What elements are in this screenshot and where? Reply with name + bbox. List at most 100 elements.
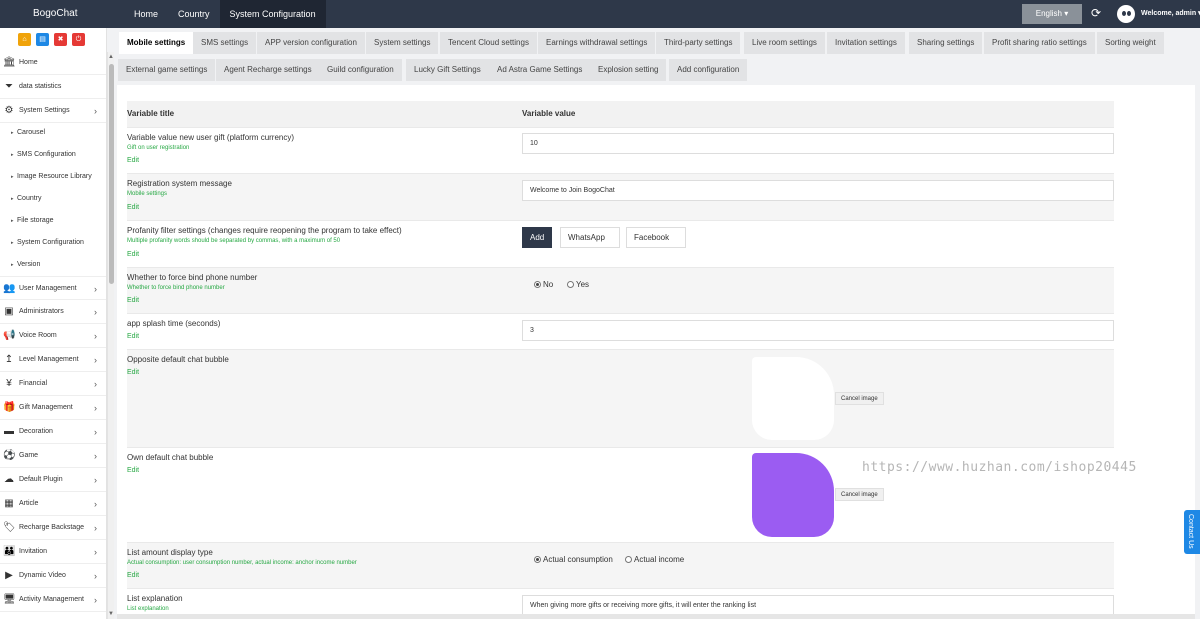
tab-guild-configuration[interactable]: Guild configuration (319, 59, 402, 81)
cancel-image-button[interactable]: Cancel image (835, 392, 884, 405)
tab-explosion-setting[interactable]: Explosion setting (590, 59, 667, 81)
contact-us-button[interactable]: Contact Us (1184, 510, 1200, 554)
profanity-word-tag[interactable]: WhatsApp (560, 227, 620, 248)
topnav-country[interactable]: Country (168, 0, 220, 28)
opposite-bubble-image (752, 357, 834, 440)
language-select[interactable]: English ▾ (1022, 4, 1082, 24)
home-icon[interactable]: ⌂ (18, 33, 31, 46)
chevron-right-icon: › (94, 523, 97, 533)
topnav-home[interactable]: Home (124, 0, 168, 28)
splash-time-input[interactable]: 3 (522, 320, 1114, 341)
sidebar-item-gift-management[interactable]: 🎁 Gift Management › (0, 396, 106, 420)
sidebar-sub-version[interactable]: ▸ Version (0, 254, 106, 276)
scrollbar-thumb[interactable] (109, 64, 114, 284)
table-row: Registration system message Mobile setti… (127, 173, 1114, 220)
radio-no[interactable]: No (534, 280, 553, 289)
edit-link[interactable]: Edit (127, 572, 139, 579)
tab-invitation-settings[interactable]: Invitation settings (827, 32, 905, 54)
tab-app-version-configuration[interactable]: APP version configuration (257, 32, 365, 54)
tab-external-game-settings[interactable]: External game settings (118, 59, 216, 81)
caret-right-icon: ▸ (11, 130, 14, 136)
sidebar-sub-sms-configuration[interactable]: ▸ SMS Configuration (0, 144, 106, 166)
tab-mobile-settings[interactable]: Mobile settings (119, 32, 194, 54)
edit-link[interactable]: Edit (127, 204, 139, 211)
sidebar-item-label: Home (19, 59, 38, 66)
profanity-word-tag[interactable]: Facebook (626, 227, 686, 248)
registration-message-input[interactable]: Welcome to Join BogoChat (522, 180, 1114, 201)
tab-sorting-weight[interactable]: Sorting weight (1097, 32, 1164, 54)
refresh-icon[interactable]: ⟳ (1089, 6, 1103, 20)
sidebar-item-home[interactable]: 🏛 Home (0, 51, 106, 75)
sidebar-item-invitation[interactable]: 👪 Invitation › (0, 540, 106, 564)
tab-sharing-settings[interactable]: Sharing settings (909, 32, 983, 54)
add-word-button[interactable]: Add (522, 227, 553, 248)
sidebar-item-system-settings[interactable]: ⚙ System Settings › (0, 99, 106, 123)
radio-actual-consumption[interactable]: Actual consumption (534, 555, 613, 564)
trash-icon[interactable]: ✖ (54, 33, 67, 46)
video-icon: ▶ (5, 570, 13, 581)
row-desc: List explanation (127, 606, 169, 612)
power-icon[interactable]: ⏻ (72, 33, 85, 46)
edit-link[interactable]: Edit (127, 297, 139, 304)
sidebar-item-decoration[interactable]: ▬ Decoration › (0, 420, 106, 444)
sidebar-sub-country[interactable]: ▸ Country (0, 188, 106, 210)
sidebar-item-label: Invitation (19, 548, 48, 555)
sidebar-item-activity-management[interactable]: 🖥 Activity Management › (0, 588, 106, 612)
sidebar-item-administrators[interactable]: ▣ Administrators › (0, 300, 106, 324)
sidebar-item-article[interactable]: ▦ Article › (0, 492, 106, 516)
chevron-right-icon: › (94, 355, 97, 365)
sidebar-sub-image-resource-library[interactable]: ▸ Image Resource Library (0, 166, 106, 188)
sidebar-item-financial[interactable]: ¥ Financial › (0, 372, 106, 396)
sidebar-sub-system-configuration[interactable]: ▸ System Configuration (0, 232, 106, 254)
tab-add-configuration[interactable]: Add configuration (669, 59, 748, 81)
tab-third-party-settings[interactable]: Third-party settings (656, 32, 741, 54)
scroll-down-icon[interactable]: ▼ (108, 611, 114, 617)
sidebar-item-default-plugin[interactable]: ☁ Default Plugin › (0, 468, 106, 492)
row-desc: Gift on user registration (127, 145, 190, 151)
tab-earnings-withdrawal-settings[interactable]: Earnings withdrawal settings (538, 32, 656, 54)
edit-link[interactable]: Edit (127, 157, 139, 164)
tab-profit-sharing-ratio-settings[interactable]: Profit sharing ratio settings (984, 32, 1095, 54)
table-row: Whether to force bind phone number Wheth… (127, 267, 1114, 313)
sidebar-item-recharge-backstage[interactable]: 🏷 Recharge Backstage › (0, 516, 106, 540)
edit-link[interactable]: Edit (127, 369, 139, 376)
horizontal-scrollbar[interactable] (117, 614, 1195, 619)
scroll-up-icon[interactable]: ▲ (108, 54, 114, 60)
sidebar-item-level-management[interactable]: ↥ Level Management › (0, 348, 106, 372)
sidebar-item-label: Financial (19, 380, 48, 387)
radio-yes[interactable]: Yes (567, 280, 589, 289)
radio-actual-income[interactable]: Actual income (625, 555, 684, 564)
tab-lucky-gift-settings[interactable]: Lucky Gift Settings (406, 59, 489, 81)
sidebar-item-dynamic-video[interactable]: ▶ Dynamic Video › (0, 564, 106, 588)
chevron-right-icon: › (94, 571, 97, 581)
sidebar-sub-carousel[interactable]: ▸ Carousel (0, 122, 106, 144)
tab-sms-settings[interactable]: SMS settings (193, 32, 257, 54)
sidebar-item-voice-room[interactable]: 📢 Voice Room › (0, 324, 106, 348)
edit-link[interactable]: Edit (127, 467, 139, 474)
tab-tencent-cloud-settings[interactable]: Tencent Cloud settings (440, 32, 537, 54)
edit-link[interactable]: Edit (127, 333, 139, 340)
row-desc: Mobile settings (127, 191, 168, 197)
user-menu[interactable]: Welcome, admin ▾ (1141, 0, 1200, 28)
gift-icon: 🎁 (3, 402, 16, 413)
sidebar-sub-file-storage[interactable]: ▸ File storage (0, 210, 106, 232)
new-user-gift-input[interactable]: 10 (522, 133, 1114, 154)
sidebar-item-label: Decoration (19, 428, 53, 435)
tab-agent-recharge-settings[interactable]: Agent Recharge settings (216, 59, 320, 81)
sidebar-item-game[interactable]: ⚽ Game › (0, 444, 106, 468)
tab-system-settings[interactable]: System settings (366, 32, 439, 54)
topnav-system-configuration[interactable]: System Configuration (219, 0, 326, 28)
sidebar-item-label: Voice Room (19, 332, 57, 339)
sidebar-item-data-statistics[interactable]: ⏷ data statistics (0, 75, 106, 99)
sidebar-scrollbar[interactable]: ▲ ▼ (107, 52, 114, 619)
sidebar-item-user-management[interactable]: 👥 User Management › (0, 276, 106, 300)
sidebar-item-label: Gift Management (19, 404, 73, 411)
list-explanation-input[interactable]: When giving more gifts or receiving more… (522, 595, 1114, 616)
edit-link[interactable]: Edit (127, 251, 139, 258)
file-icon[interactable]: ▤ (36, 33, 49, 46)
tab-live-room-settings[interactable]: Live room settings (744, 32, 825, 54)
row-title: List amount display type (127, 548, 213, 557)
avatar[interactable] (1117, 5, 1135, 23)
cancel-image-button[interactable]: Cancel image (835, 488, 884, 501)
tab-ad-astra-game-settings[interactable]: Ad Astra Game Settings (489, 59, 591, 81)
